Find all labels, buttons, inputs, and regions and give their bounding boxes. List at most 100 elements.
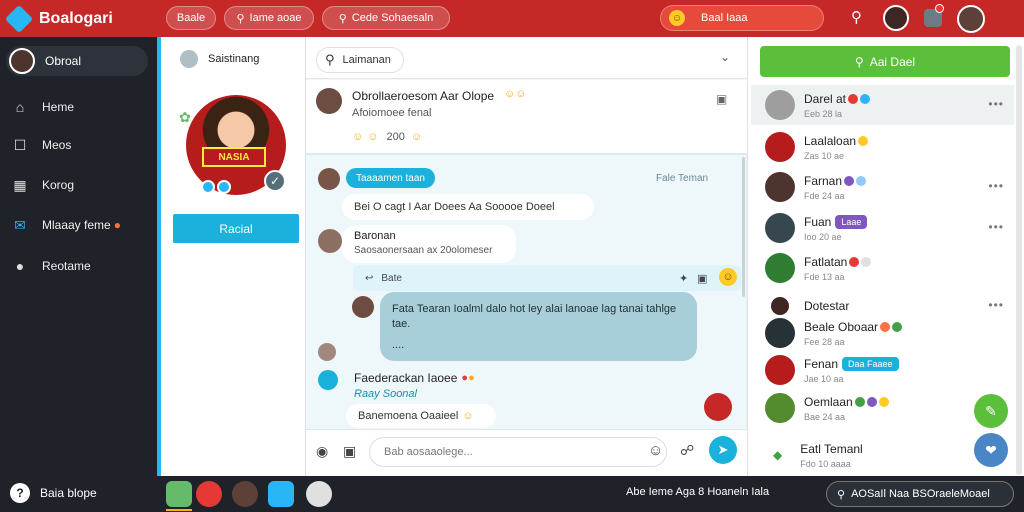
avatar[interactable] xyxy=(883,5,909,31)
nav-pill-home[interactable]: Baale xyxy=(166,6,216,30)
profile-panel: ✿ NASIA ✓ Racial xyxy=(157,37,305,476)
profile-action-button[interactable]: Racial xyxy=(173,214,299,243)
nav-pill-search[interactable]: ⚲ Iame aoae xyxy=(224,6,314,30)
sidebar-item-groups[interactable]: ▦ Korog xyxy=(12,175,74,195)
header-search-label: Baal Iaaa xyxy=(701,12,748,24)
contact-tag: Daa Faaee xyxy=(842,356,899,371)
circle-icon: ● xyxy=(15,258,25,274)
media-icon[interactable]: ▣ xyxy=(697,272,707,285)
more-icon[interactable]: ••• xyxy=(988,179,1004,193)
chevron-down-icon[interactable]: ⌄ xyxy=(720,50,730,64)
chat-user-label: Saistinang xyxy=(208,53,260,65)
emoji-icon: ☺ xyxy=(367,131,379,143)
left-sidebar: Obroal ⌂ Heme ☐ Meos ▦ Korog ✉ Mlaaay fe… xyxy=(0,37,157,476)
avatar xyxy=(765,213,795,243)
search-icon[interactable]: ⚲ xyxy=(851,8,862,26)
contact-item[interactable]: Laalaloan Zas 10 ae xyxy=(751,127,1014,167)
taskbar-app[interactable] xyxy=(196,481,222,507)
nav-pill-code-search[interactable]: ⚲ Cede Sohaesaln xyxy=(322,6,450,30)
more-icon[interactable]: ••• xyxy=(988,97,1004,111)
call-fab[interactable]: ❤ xyxy=(974,433,1008,467)
chat-scrollbar[interactable] xyxy=(742,157,745,297)
user-avatar[interactable] xyxy=(957,5,985,33)
bottom-status-text: Abe Ieme Aga 8 Hoaneln Iala xyxy=(626,486,770,498)
message-tag[interactable]: Taaaamen taan xyxy=(346,168,435,188)
emoji-icon[interactable]: ☺ xyxy=(719,268,737,286)
badge-icon xyxy=(861,256,872,267)
avatar[interactable] xyxy=(704,393,732,421)
camera-icon[interactable]: ◉ xyxy=(316,443,328,460)
message-bubble[interactable]: Banemoena Oaaieel ☺ xyxy=(346,404,496,428)
taskbar-app[interactable] xyxy=(232,481,258,507)
help-label: Baia blope xyxy=(40,486,97,500)
avatar xyxy=(765,172,795,202)
avatar xyxy=(318,343,336,361)
media-icon[interactable]: ▣ xyxy=(716,92,727,106)
emoji-icon: ● xyxy=(461,372,469,384)
sidebar-item-label: Mlaaay feme xyxy=(42,218,111,232)
emoji-icon: ☺☺ xyxy=(504,88,527,100)
badge-icon xyxy=(217,180,231,194)
contact-item[interactable]: Darel at Eeb 28 la ••• xyxy=(751,85,1014,125)
contact-status: Ioo 20 ae xyxy=(804,231,842,242)
sidebar-item-home[interactable]: ⌂ Heme xyxy=(12,97,74,117)
quote-label: Bate xyxy=(381,272,402,284)
sidebar-item-messages[interactable]: ☐ Meos xyxy=(12,135,72,155)
contact-name: Laalaloan xyxy=(804,133,857,148)
contact-item[interactable]: Fatlatan Fde 13 aa xyxy=(751,248,1014,288)
message-bubble[interactable]: Bei O cagt I Aar Doees Aa Sooooe Doeel xyxy=(342,194,594,220)
badge-icon xyxy=(848,93,859,104)
sidebar-item-family[interactable]: ✉ Mlaaay feme ● xyxy=(12,215,121,235)
quote-reply-bar[interactable]: ↩ Bate ✦ ▣ ☺ xyxy=(353,265,741,291)
contact-item[interactable]: Fenan Daa Faaee Jae 10 aa xyxy=(751,350,1014,390)
send-icon: ➤ xyxy=(717,442,729,457)
contact-item[interactable]: Beale Oboaar Fee 28 aa xyxy=(751,313,1014,353)
header-search-box[interactable]: ☺ Baal Iaaa xyxy=(660,5,824,31)
bottom-search-box[interactable]: ⚲ AOSaIl Naa BSOraeleMoael xyxy=(826,481,1014,507)
avatar xyxy=(765,355,795,385)
taskbar-app[interactable] xyxy=(268,481,294,507)
sidebar-item-label: Heme xyxy=(42,100,75,114)
post-subtitle: Afoiomoee fenal xyxy=(352,107,432,119)
taskbar-app[interactable] xyxy=(166,481,192,511)
more-icon[interactable]: ••• xyxy=(988,298,1004,312)
emoji-icon: ☺ xyxy=(352,131,364,143)
message-input[interactable]: Bab aosaaolege... xyxy=(369,437,667,467)
reply-icon: ↩ xyxy=(365,272,374,284)
contact-item[interactable]: Fuan Laae Ioo 20 ae ••• xyxy=(751,208,1014,248)
chat-search-input[interactable]: ⚲ Laimanan xyxy=(316,47,404,73)
chat-header: Saistinang ⚲ Laimanan ⌄ xyxy=(172,37,747,79)
pin-icon[interactable]: ✦ xyxy=(679,272,688,285)
emoji-icon[interactable]: ☺ xyxy=(648,442,663,459)
contacts-scrollbar[interactable] xyxy=(1016,45,1022,475)
new-message-fab[interactable]: ✎ xyxy=(974,394,1008,428)
contact-name: Dotestar xyxy=(804,299,850,313)
avatar xyxy=(318,168,340,190)
emoji-icon xyxy=(880,321,891,332)
more-icon[interactable]: ••• xyxy=(988,220,1004,234)
chat-user-chip[interactable]: Saistinang xyxy=(172,47,304,71)
taskbar-app[interactable] xyxy=(306,481,332,507)
emoji-icon xyxy=(878,396,889,407)
attachment-icon[interactable]: ☍ xyxy=(680,442,694,459)
search-icon: ⚲ xyxy=(236,12,245,25)
avatar xyxy=(765,318,795,348)
calendar-icon: ▦ xyxy=(13,176,27,193)
search-icon: ⚲ xyxy=(325,52,335,67)
send-button[interactable]: ➤ xyxy=(709,436,737,464)
message-bubble[interactable]: Baronan Saosaonersaan ax 20olomeser xyxy=(342,225,516,263)
contact-name: Farnan xyxy=(804,173,843,188)
pinned-post[interactable]: Obrollaeroesom Aar Olope ☺☺ Afoiomoee fe… xyxy=(306,80,747,155)
contact-status: Fee 28 aa xyxy=(804,336,845,347)
sidebar-item-settings[interactable]: ● Reotame xyxy=(12,256,91,276)
help-link[interactable]: ? Baia blope xyxy=(10,483,97,503)
app-logo[interactable]: Boalogari xyxy=(4,4,149,33)
contact-item[interactable]: Farnan Fde 24 aa ••• xyxy=(751,167,1014,207)
search-icon: ⚲ xyxy=(837,488,846,501)
current-user-card[interactable]: Obroal xyxy=(6,46,148,76)
emoji-icon: ☺ xyxy=(669,10,685,26)
post-reactions[interactable]: ☺ ☺ 200 ☺ xyxy=(352,131,422,143)
image-icon[interactable]: ▣ xyxy=(343,443,356,460)
new-chat-button[interactable]: ⚲ Aai Dael xyxy=(760,46,1010,77)
message-bubble[interactable]: Fata Tearan Ioalml dalo hot ley alai lan… xyxy=(380,292,697,361)
